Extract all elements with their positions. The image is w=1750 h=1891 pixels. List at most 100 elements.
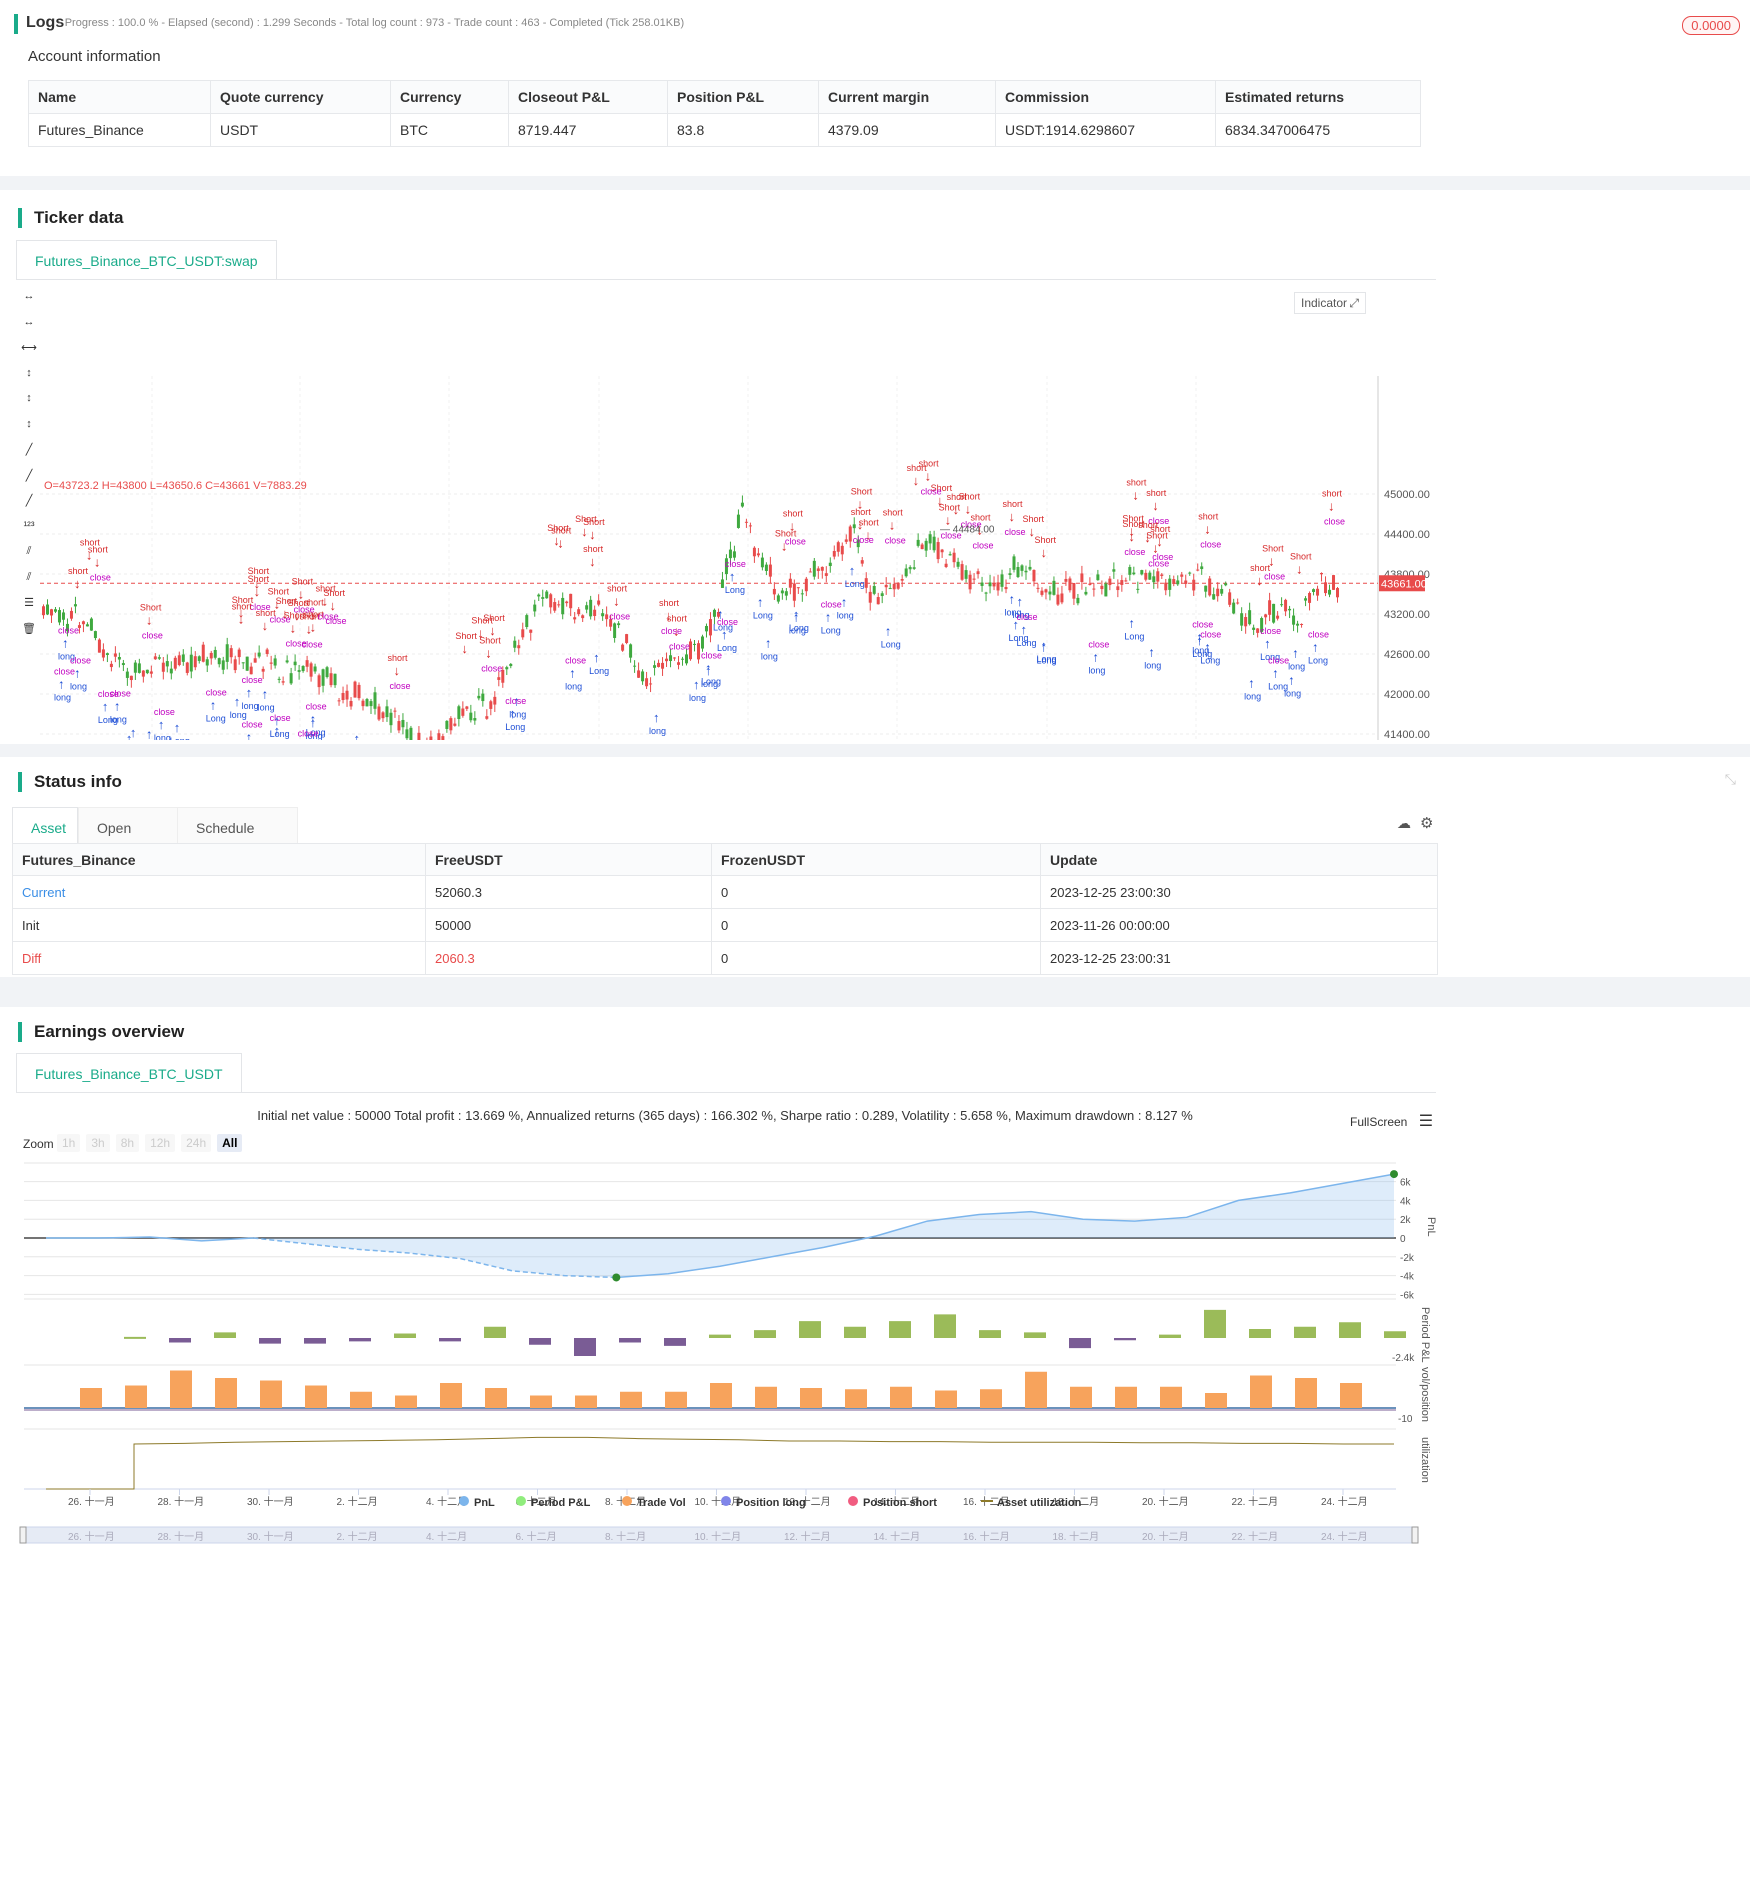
short-signal-label: short (1198, 511, 1219, 521)
tab-schedule-orders[interactable]: Schedule orders (177, 807, 298, 876)
candle-body (1192, 579, 1196, 591)
zoom-All-button[interactable]: All (217, 1134, 243, 1152)
close-signal-label: close (1200, 539, 1221, 549)
status-panel: Status info ⤡ Asset Open orders Schedule… (0, 757, 1750, 977)
candle-body (1112, 569, 1116, 572)
account-header-row: Name Quote currency Currency Closeout P&… (28, 80, 1421, 114)
candle-body (936, 542, 940, 560)
close-signal-label: close (1124, 547, 1145, 557)
indicator-button[interactable]: Indicator ⤢ (1294, 292, 1366, 314)
candle-body (645, 678, 649, 687)
earnings-chart[interactable]: 6k 4k 2k 0 -2k -4k -6k PnL -2.4k Period P&L -10 v… (0, 1157, 1450, 1891)
candle-body (732, 551, 736, 558)
period-bar (349, 1338, 371, 1342)
account-cell: USDT (210, 113, 391, 147)
zoom-8h-button[interactable]: 8h (115, 1134, 140, 1152)
gear-icon[interactable]: ⚙ (1420, 814, 1433, 832)
candle-body (1264, 614, 1268, 618)
trade-vol-pane: -10 vol/position (24, 1364, 1431, 1425)
close-signal-label: close (318, 612, 339, 622)
period-bar (574, 1338, 596, 1356)
candle-body (285, 660, 289, 663)
cell: 52060.3 (425, 875, 712, 909)
short-arrow-icon: ↓ (146, 612, 153, 627)
candle-body (325, 667, 329, 678)
short-arrow-icon: ↓ (485, 645, 492, 660)
trade-vol-bar (395, 1395, 417, 1408)
short-arrow-icon: ↓ (857, 517, 864, 532)
candle-body (125, 671, 129, 678)
candle-body (309, 663, 313, 677)
cloud-download-icon[interactable]: ☁ (1397, 815, 1411, 832)
candle-body (365, 699, 369, 707)
candle-body (485, 716, 489, 719)
long-arrow-icon: ↑ (302, 739, 309, 740)
candle-body (1128, 567, 1132, 575)
long-signal-label: long (761, 651, 778, 661)
period-bar (394, 1333, 416, 1338)
candle-body (405, 729, 409, 739)
tab-ticker-symbol[interactable]: Futures_Binance_BTC_USDT:swap (16, 240, 277, 280)
candle-body (1012, 556, 1016, 570)
candle-body (353, 681, 357, 698)
expand-icon[interactable]: ⤢ (1349, 293, 1359, 313)
zoom-3h-button[interactable]: 3h (86, 1134, 110, 1152)
candle-body (888, 588, 892, 590)
period-bar (1294, 1326, 1316, 1338)
zoom-12h-button[interactable]: 12h (145, 1134, 176, 1152)
tab-asset[interactable]: Asset (12, 807, 78, 847)
candle-body (173, 657, 177, 669)
short-arrow-icon: ↓ (665, 608, 672, 623)
candle-body (784, 591, 788, 596)
period-bar (169, 1338, 191, 1343)
tab-open-orders[interactable]: Open orders (78, 807, 178, 876)
candle-body (952, 552, 956, 563)
candle-body (1056, 594, 1060, 605)
short-arrow-icon: ↓ (254, 576, 261, 591)
candle-body (988, 582, 992, 587)
long-signal-label: Long (1016, 638, 1036, 648)
candle-body (1044, 589, 1048, 593)
short-arrow-icon: ↓ (310, 608, 317, 623)
long-signal-label: Long (845, 579, 865, 589)
candle-body (836, 542, 840, 552)
candle-body (593, 609, 597, 617)
zoom-24h-button[interactable]: 24h (181, 1134, 212, 1152)
tab-underline (16, 1092, 1436, 1093)
trade-vol-bar (350, 1391, 372, 1408)
short-signal-label: short (883, 508, 904, 518)
short-arrow-icon: ↓ (613, 593, 620, 608)
zoom-1h-button[interactable]: 1h (57, 1134, 81, 1152)
period-bar (979, 1330, 1001, 1338)
candle-body (1164, 582, 1168, 591)
navigator-date: 2. 十二月 (337, 1530, 378, 1543)
close-signal-label: close (98, 689, 119, 699)
navigator[interactable]: 26. 十一月 28. 十一月 30. 十一月 2. 十二月 4. 十二月 6. 十二月 8… (19, 1526, 1419, 1544)
menu-icon[interactable]: ☰ (1419, 1113, 1433, 1130)
navigator-date: 16. 十二月 (963, 1530, 1010, 1543)
candle-body (1232, 602, 1236, 614)
pnl-tick: 2k (1400, 1215, 1412, 1226)
long-arrow-icon: ↑ (721, 627, 728, 642)
short-signal-label: short (68, 566, 89, 576)
short-arrow-icon: ↓ (262, 618, 269, 633)
candle-body (461, 708, 465, 716)
close-signal-label: close (661, 626, 682, 636)
candle-body (117, 656, 121, 660)
candle-body (1312, 589, 1316, 592)
ticker-chart[interactable]: Short↓close↑longshort↓closeshort↓close↑L… (0, 280, 1450, 740)
candle-body (840, 545, 844, 555)
candle-body (1092, 588, 1096, 590)
long-arrow-icon: ↑ (729, 569, 736, 584)
close-signal-label: close (717, 617, 738, 627)
candle-body (808, 571, 812, 573)
tab-earnings-symbol[interactable]: Futures_Binance_BTC_USDT (16, 1053, 242, 1093)
close-signal-label: close (1260, 626, 1281, 636)
long-signal-label: long (70, 682, 87, 692)
fullscreen-button[interactable]: FullScreen ☰ (1350, 1111, 1433, 1131)
legend-item: Trade Vol (637, 1497, 686, 1509)
trade-vol-bar (1070, 1386, 1092, 1408)
navigator-date: 6. 十二月 (516, 1530, 557, 1543)
collapse-icon[interactable]: ⤡ (1725, 771, 1736, 788)
candle-body (605, 614, 609, 620)
